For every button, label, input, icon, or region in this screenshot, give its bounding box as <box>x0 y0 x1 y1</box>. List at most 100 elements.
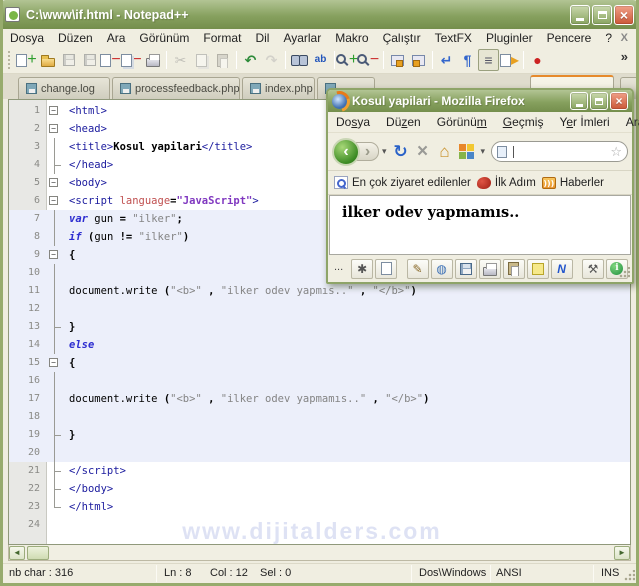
redo-button[interactable]: ↷ <box>261 49 282 71</box>
close-all-button[interactable]: − <box>121 49 142 71</box>
menu-item-?[interactable]: ? <box>598 30 619 46</box>
save-button[interactable] <box>58 49 79 71</box>
scroll-left-arrow[interactable]: ◄ <box>9 545 25 560</box>
menu-item-textfx[interactable]: TextFX <box>428 30 479 46</box>
minimize-button[interactable] <box>570 4 590 25</box>
save-all-button[interactable] <box>79 49 100 71</box>
word-wrap-button[interactable]: ↵ <box>436 49 457 71</box>
clipboard-button[interactable] <box>502 258 525 279</box>
fold-margin[interactable] <box>47 426 64 444</box>
fold-margin[interactable] <box>47 372 64 390</box>
scroll-right-arrow[interactable]: ► <box>614 545 630 560</box>
menu-item-dosya[interactable]: Dosya <box>3 30 51 46</box>
notepad-titlebar[interactable]: C:\www\if.html - Notepad++ × <box>0 0 639 29</box>
grid-dropdown-button[interactable]: ▾ <box>478 146 489 157</box>
fold-margin[interactable]: − <box>47 354 64 372</box>
close-button[interactable]: × <box>610 92 628 110</box>
firefox-titlebar[interactable]: Kosul yapilari - Mozilla Firefox × <box>328 90 632 112</box>
menu-item-düzen[interactable]: Düzen <box>378 115 429 129</box>
zoom-in-button[interactable]: + <box>335 49 359 71</box>
menu-item-format[interactable]: Format <box>196 30 248 46</box>
fold-margin[interactable]: − <box>47 192 64 210</box>
page-button[interactable] <box>375 258 398 279</box>
menu-item-makro[interactable]: Makro <box>328 30 375 46</box>
fold-margin[interactable]: − <box>47 246 64 264</box>
menu-close-doc-button[interactable]: X <box>621 32 636 44</box>
menu-item-ara[interactable]: Ara <box>100 30 133 46</box>
bookmark-star-icon[interactable]: ☆ <box>610 144 622 160</box>
fold-margin[interactable] <box>47 462 64 480</box>
close-button[interactable]: − <box>100 49 121 71</box>
tab-change.log[interactable]: change.log <box>18 77 110 99</box>
fold-collapse-icon[interactable]: − <box>49 178 58 187</box>
fold-collapse-icon[interactable]: − <box>49 250 58 259</box>
new-file-button[interactable]: + <box>16 49 37 71</box>
open-file-button[interactable] <box>37 49 58 71</box>
tab-index.php[interactable]: index.php <box>242 77 315 99</box>
address-bar[interactable]: ☆ <box>491 141 628 162</box>
paste-button[interactable] <box>212 49 233 71</box>
print-button[interactable] <box>142 49 163 71</box>
maximize-button[interactable] <box>590 92 608 110</box>
quick-grid-button[interactable] <box>456 140 478 164</box>
menu-item-araçla[interactable]: Araçla <box>618 115 639 129</box>
bookmark-search[interactable]: En çok ziyaret edilenler <box>334 176 471 189</box>
fold-margin[interactable] <box>47 318 64 336</box>
fold-margin[interactable] <box>47 480 64 498</box>
fold-collapse-icon[interactable]: − <box>49 196 58 205</box>
copy-button[interactable] <box>191 49 212 71</box>
stop-button[interactable]: × <box>412 140 434 164</box>
record-macro-button[interactable]: ● <box>527 49 548 71</box>
bookmark-feed[interactable]: ))) Haberler <box>541 176 604 189</box>
sync-scroll-v-button[interactable] <box>387 49 408 71</box>
firefox-resize-grip[interactable] <box>618 267 630 279</box>
save-button[interactable] <box>454 258 477 279</box>
sync-scroll-h-button[interactable] <box>408 49 429 71</box>
lightning-button[interactable]: N <box>550 258 573 279</box>
menu-item-dosya[interactable]: Dosya <box>328 115 378 129</box>
fold-collapse-icon[interactable]: − <box>49 106 58 115</box>
fold-collapse-icon[interactable]: − <box>49 124 58 133</box>
resize-grip[interactable] <box>623 570 635 582</box>
firebug-button[interactable]: ✱ <box>351 258 374 279</box>
nav-dropdown-button[interactable]: ▾ <box>379 146 390 157</box>
fold-margin[interactable] <box>47 210 64 228</box>
menu-item-geçmiş[interactable]: Geçmiş <box>495 115 552 129</box>
fold-margin[interactable]: − <box>47 102 64 120</box>
zoom-out-button[interactable]: − <box>356 49 380 71</box>
find-button[interactable] <box>289 49 310 71</box>
menu-item-düzen[interactable]: Düzen <box>51 30 100 46</box>
fold-margin[interactable]: − <box>47 174 64 192</box>
menu-item-pluginler[interactable]: Pluginler <box>479 30 540 46</box>
fold-margin[interactable]: − <box>47 120 64 138</box>
cut-button[interactable]: ✂ <box>170 49 191 71</box>
minimize-button[interactable] <box>570 92 588 110</box>
fold-margin[interactable] <box>47 300 64 318</box>
home-button[interactable]: ⌂ <box>434 140 456 164</box>
fold-margin[interactable] <box>47 228 64 246</box>
close-button[interactable]: × <box>614 4 634 25</box>
tab-processfeedback.php[interactable]: processfeedback.php <box>112 77 240 99</box>
menu-item-görünüm[interactable]: Görünüm <box>429 115 495 129</box>
doc-switcher-button[interactable]: ▸ <box>499 49 520 71</box>
show-all-chars-button[interactable]: ¶ <box>457 49 478 71</box>
globe-button[interactable]: ◍ <box>430 258 453 279</box>
fold-margin[interactable] <box>47 156 64 174</box>
fold-margin[interactable] <box>47 444 64 462</box>
fold-margin[interactable] <box>47 498 64 516</box>
replace-button[interactable]: ab <box>310 49 331 71</box>
menu-item-çalıştır[interactable]: Çalıştır <box>376 30 428 46</box>
note-button[interactable] <box>526 258 549 279</box>
menu-item-pencere[interactable]: Pencere <box>540 30 599 46</box>
fold-collapse-icon[interactable]: − <box>49 358 58 367</box>
back-button[interactable]: ‹ <box>332 137 360 166</box>
horizontal-scrollbar[interactable]: ◄ ► <box>8 545 631 561</box>
fold-margin[interactable] <box>47 282 64 300</box>
scrollbar-thumb[interactable] <box>27 545 49 560</box>
fold-margin[interactable] <box>47 516 64 534</box>
firefox-page-content[interactable]: ilker odev yapmamıs.. <box>329 195 631 255</box>
menu-item-ayarlar[interactable]: Ayarlar <box>276 30 328 46</box>
fold-margin[interactable] <box>47 138 64 156</box>
fold-margin[interactable] <box>47 390 64 408</box>
print-button[interactable] <box>478 258 501 279</box>
